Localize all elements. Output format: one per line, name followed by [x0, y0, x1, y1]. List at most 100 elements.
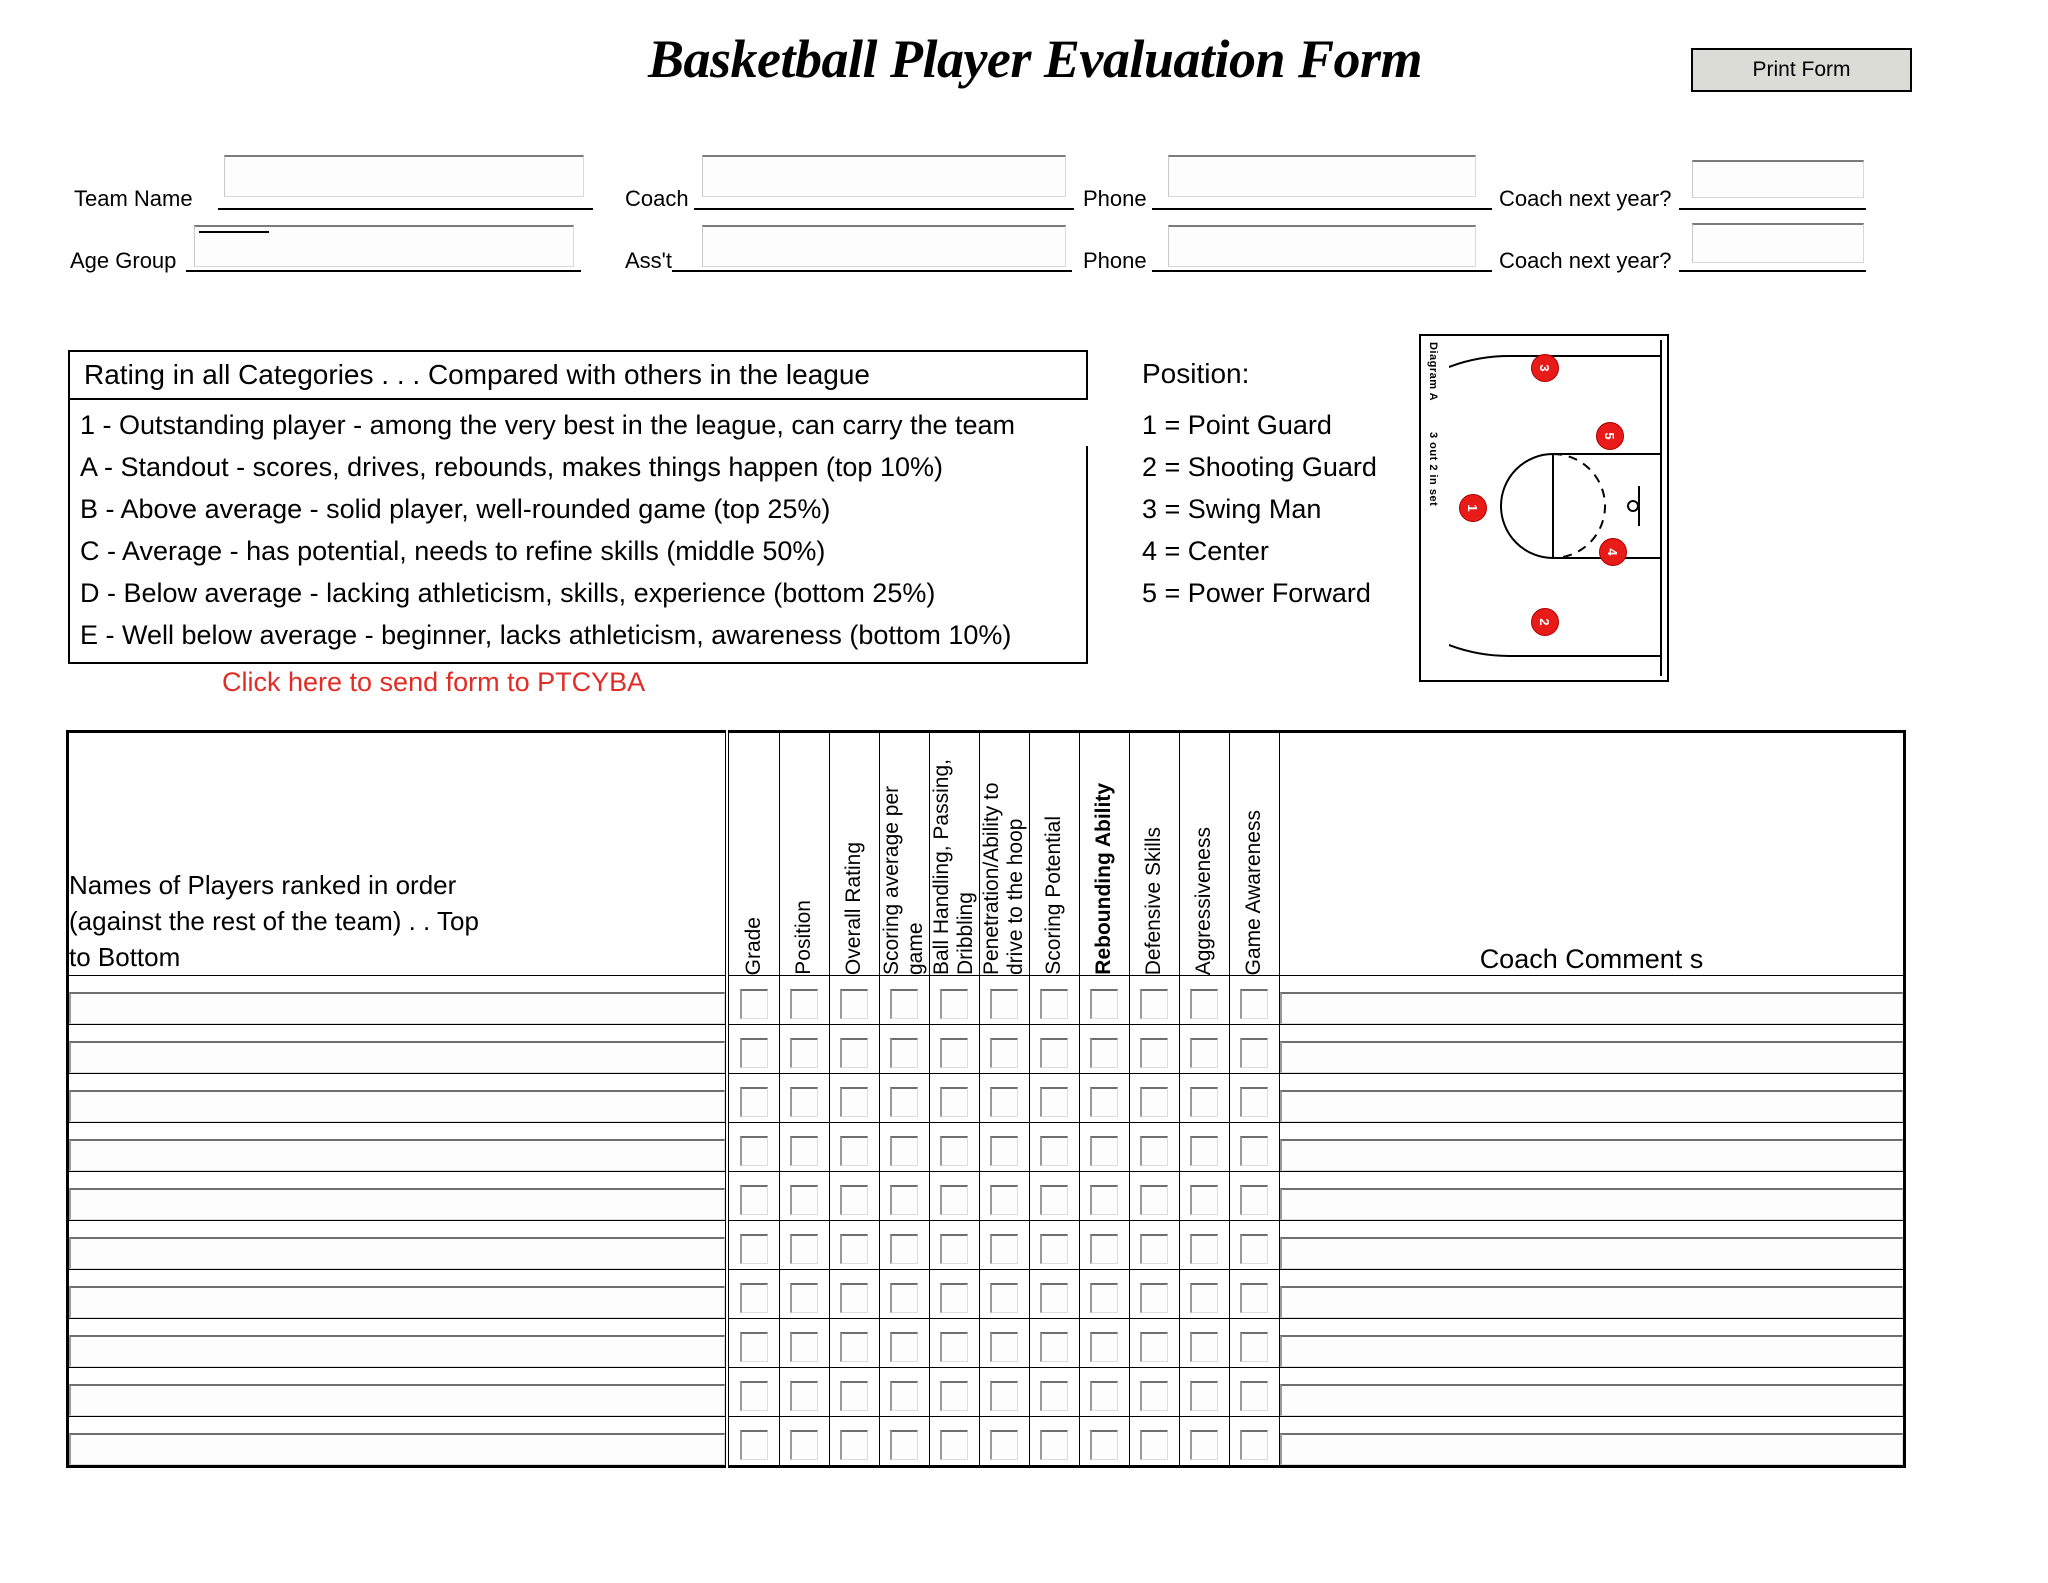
- rating-input[interactable]: [890, 1430, 919, 1460]
- rating-input[interactable]: [1190, 1185, 1219, 1215]
- rating-input[interactable]: [1040, 1136, 1069, 1166]
- print-form-button[interactable]: Print Form: [1691, 48, 1912, 92]
- rating-input[interactable]: [890, 1185, 919, 1215]
- coach-comment-input[interactable]: [1279, 1090, 1903, 1122]
- rating-input[interactable]: [1140, 1087, 1169, 1117]
- rating-input[interactable]: [1090, 1185, 1119, 1215]
- rating-input[interactable]: [740, 1283, 769, 1313]
- rating-input[interactable]: [1240, 1332, 1269, 1362]
- rating-input[interactable]: [790, 1381, 819, 1411]
- rating-input[interactable]: [740, 1430, 769, 1460]
- rating-input[interactable]: [1190, 1136, 1219, 1166]
- rating-input[interactable]: [1040, 1038, 1069, 1068]
- rating-input[interactable]: [1240, 1038, 1269, 1068]
- rating-input[interactable]: [840, 989, 869, 1019]
- rating-input[interactable]: [1190, 1038, 1219, 1068]
- rating-input[interactable]: [890, 1283, 919, 1313]
- rating-input[interactable]: [1190, 1283, 1219, 1313]
- coach-comment-input[interactable]: [1279, 992, 1903, 1024]
- rating-input[interactable]: [890, 1381, 919, 1411]
- coach-next-year-input-1[interactable]: [1692, 160, 1864, 198]
- rating-input[interactable]: [790, 1185, 819, 1215]
- rating-input[interactable]: [840, 1038, 869, 1068]
- rating-input[interactable]: [990, 1332, 1019, 1362]
- rating-input[interactable]: [890, 1332, 919, 1362]
- player-name-input[interactable]: [69, 1384, 726, 1416]
- age-group-input[interactable]: [194, 225, 574, 267]
- rating-input[interactable]: [1090, 1332, 1119, 1362]
- rating-input[interactable]: [990, 1381, 1019, 1411]
- rating-input[interactable]: [940, 1283, 969, 1313]
- rating-input[interactable]: [990, 1136, 1019, 1166]
- rating-input[interactable]: [1040, 1234, 1069, 1264]
- rating-input[interactable]: [740, 1332, 769, 1362]
- rating-input[interactable]: [890, 1234, 919, 1264]
- rating-input[interactable]: [1090, 1087, 1119, 1117]
- phone-input-1[interactable]: [1168, 155, 1476, 197]
- coach-input[interactable]: [702, 155, 1066, 197]
- rating-input[interactable]: [740, 1087, 769, 1117]
- coach-comment-input[interactable]: [1279, 1237, 1903, 1269]
- player-name-input[interactable]: [69, 1335, 726, 1367]
- rating-input[interactable]: [940, 1087, 969, 1117]
- rating-input[interactable]: [740, 1038, 769, 1068]
- rating-input[interactable]: [1140, 989, 1169, 1019]
- rating-input[interactable]: [1040, 1185, 1069, 1215]
- rating-input[interactable]: [790, 989, 819, 1019]
- rating-input[interactable]: [1140, 1430, 1169, 1460]
- send-form-link[interactable]: Click here to send form to PTCYBA: [222, 667, 645, 698]
- rating-input[interactable]: [1190, 989, 1219, 1019]
- team-name-input[interactable]: [224, 155, 584, 197]
- rating-input[interactable]: [990, 1185, 1019, 1215]
- rating-input[interactable]: [940, 1136, 969, 1166]
- player-name-input[interactable]: [69, 1041, 726, 1073]
- player-name-input[interactable]: [69, 1139, 726, 1171]
- rating-input[interactable]: [1140, 1332, 1169, 1362]
- rating-input[interactable]: [1090, 989, 1119, 1019]
- player-name-input[interactable]: [69, 1433, 726, 1465]
- rating-input[interactable]: [1140, 1381, 1169, 1411]
- rating-input[interactable]: [940, 1332, 969, 1362]
- player-name-input[interactable]: [69, 1286, 726, 1318]
- rating-input[interactable]: [1090, 1283, 1119, 1313]
- player-name-input[interactable]: [69, 1188, 726, 1220]
- rating-input[interactable]: [1240, 1087, 1269, 1117]
- rating-input[interactable]: [1240, 1430, 1269, 1460]
- rating-input[interactable]: [1240, 1381, 1269, 1411]
- rating-input[interactable]: [1090, 1234, 1119, 1264]
- player-name-input[interactable]: [69, 1090, 726, 1122]
- coach-comment-input[interactable]: [1279, 1384, 1903, 1416]
- coach-comment-input[interactable]: [1279, 1335, 1903, 1367]
- rating-input[interactable]: [1040, 1283, 1069, 1313]
- rating-input[interactable]: [1190, 1332, 1219, 1362]
- rating-input[interactable]: [1140, 1136, 1169, 1166]
- rating-input[interactable]: [890, 1038, 919, 1068]
- rating-input[interactable]: [1090, 1136, 1119, 1166]
- rating-input[interactable]: [840, 1381, 869, 1411]
- rating-input[interactable]: [990, 1283, 1019, 1313]
- rating-input[interactable]: [1040, 1430, 1069, 1460]
- coach-comment-input[interactable]: [1279, 1139, 1903, 1171]
- rating-input[interactable]: [840, 1283, 869, 1313]
- player-name-input[interactable]: [69, 1237, 726, 1269]
- rating-input[interactable]: [1240, 1185, 1269, 1215]
- rating-input[interactable]: [1040, 1332, 1069, 1362]
- rating-input[interactable]: [1090, 1381, 1119, 1411]
- rating-input[interactable]: [1140, 1234, 1169, 1264]
- phone-input-2[interactable]: [1168, 225, 1476, 267]
- rating-input[interactable]: [840, 1332, 869, 1362]
- rating-input[interactable]: [740, 1234, 769, 1264]
- rating-input[interactable]: [790, 1087, 819, 1117]
- rating-input[interactable]: [940, 989, 969, 1019]
- coach-comment-input[interactable]: [1279, 1433, 1903, 1465]
- rating-input[interactable]: [1090, 1430, 1119, 1460]
- rating-input[interactable]: [1140, 1038, 1169, 1068]
- rating-input[interactable]: [990, 989, 1019, 1019]
- rating-input[interactable]: [890, 989, 919, 1019]
- rating-input[interactable]: [1190, 1087, 1219, 1117]
- coach-next-year-input-2[interactable]: [1692, 223, 1864, 263]
- coach-comment-input[interactable]: [1279, 1188, 1903, 1220]
- rating-input[interactable]: [1140, 1283, 1169, 1313]
- rating-input[interactable]: [1240, 1283, 1269, 1313]
- rating-input[interactable]: [790, 1430, 819, 1460]
